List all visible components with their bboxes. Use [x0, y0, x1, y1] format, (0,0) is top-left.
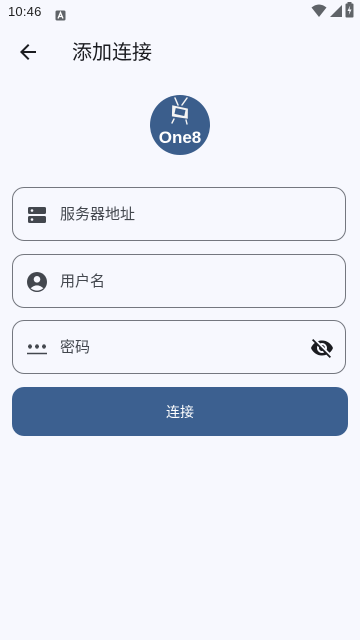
password-field[interactable]: 密码	[12, 320, 346, 374]
logo-text: One8	[159, 128, 202, 147]
password-placeholder: 密码	[60, 338, 91, 356]
connect-button-label: 连接	[166, 404, 194, 421]
account-circle-icon	[26, 271, 48, 293]
notification-a-icon	[55, 6, 66, 25]
signal-icon	[329, 3, 343, 22]
password-dots-icon	[26, 337, 48, 359]
server-icon	[26, 204, 48, 226]
status-time: 10:46	[8, 4, 42, 19]
status-icons	[311, 2, 354, 22]
wifi-icon	[311, 3, 327, 22]
status-bar: 10:46	[0, 0, 360, 24]
tv-logo-icon: One8	[150, 95, 210, 155]
app-logo: One8	[150, 95, 210, 155]
username-field[interactable]: 用户名	[12, 254, 346, 308]
arrow-back-icon	[20, 44, 36, 60]
page-title: 添加连接	[72, 40, 152, 64]
username-placeholder: 用户名	[60, 272, 106, 290]
connect-button[interactable]: 连接	[12, 387, 348, 436]
app-bar: 添加连接	[0, 24, 360, 80]
back-button[interactable]	[16, 40, 40, 64]
server-address-placeholder: 服务器地址	[60, 205, 136, 223]
visibility-off-icon[interactable]	[310, 336, 334, 360]
battery-charging-icon	[345, 2, 354, 22]
server-address-field[interactable]: 服务器地址	[12, 187, 346, 241]
